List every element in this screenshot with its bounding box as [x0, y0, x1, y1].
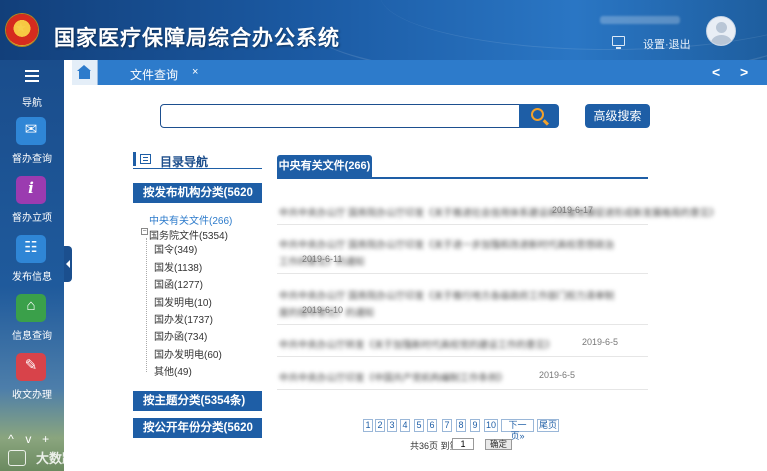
- tab-home[interactable]: [72, 60, 98, 85]
- page-button[interactable]: 5: [414, 419, 424, 432]
- sidebar-item-supervision-query[interactable]: ✉ 督办查询: [0, 117, 64, 175]
- page-button[interactable]: 2: [375, 419, 385, 432]
- sidebar-item-label: 信息查询: [12, 331, 52, 342]
- sidebar-item-label: 发布信息: [12, 272, 52, 283]
- page-button[interactable]: 9: [470, 419, 480, 432]
- monitor-icon[interactable]: [612, 36, 625, 49]
- list-item[interactable]: 中共中央办公厅 国务院办公厅印发《关于进一步加强和改进新时代高校思想政治工作的意…: [277, 228, 648, 274]
- category-by-topic[interactable]: 按主题分类(5354条): [133, 391, 262, 411]
- doc-date: 2019-6-5: [539, 370, 576, 380]
- go-button[interactable]: 确定: [485, 439, 512, 450]
- last-page-button[interactable]: 尾页: [537, 419, 559, 432]
- close-icon[interactable]: ×: [192, 66, 198, 78]
- add-icon[interactable]: +: [39, 432, 53, 446]
- doc-title[interactable]: 中共中央办公厅转发《关于加强新时代高校党的建设工作的意见》: [279, 337, 555, 351]
- home-icon: ⌂: [16, 294, 46, 322]
- search-field: [160, 104, 520, 128]
- clipboard-icon: ☷: [16, 235, 46, 263]
- tab-file-query[interactable]: 文件查询 ×: [100, 60, 212, 85]
- directory-title-text: 目录导航: [160, 155, 209, 169]
- page-button[interactable]: 4: [400, 419, 410, 432]
- tree-toggle-icon[interactable]: −: [141, 228, 148, 235]
- list-item[interactable]: 中共中央办公厅印发《中国共产党机构编制工作条例》 2019-6-5: [277, 362, 648, 390]
- sidebar-item-incoming-docs[interactable]: ✎ 收文办理: [0, 353, 64, 411]
- tree-item-central-docs[interactable]: 中央有关文件(266): [149, 212, 232, 227]
- watermark-logo-icon: [8, 450, 26, 466]
- scroll-up-icon[interactable]: ^: [4, 432, 18, 446]
- user-name: [600, 16, 680, 24]
- sidebar-item-label: 收文办理: [12, 390, 52, 401]
- sidebar-item-supervision-create[interactable]: i 督办立项: [0, 176, 64, 234]
- tree-item[interactable]: 其他(49): [154, 363, 192, 378]
- tree-item[interactable]: 国办发明电(60): [154, 346, 222, 361]
- settings-logout-link[interactable]: 设置·退出: [643, 36, 691, 52]
- hamburger-icon: [25, 70, 39, 82]
- list-icon: [140, 154, 151, 164]
- list-item[interactable]: 中共中央办公厅 国务院办公厅印发《关于推进社会信用体系建设高质量发展促进形成新发…: [277, 197, 719, 225]
- tree-item[interactable]: 国办函(734): [154, 328, 207, 343]
- national-emblem-icon: [6, 14, 38, 46]
- category-by-agency[interactable]: 按发布机构分类(5620条): [133, 183, 262, 219]
- doc-date: 2019-6-5: [582, 337, 619, 347]
- tree-item[interactable]: 国发明电(10): [154, 294, 212, 309]
- watermark-text: 大数跨境: [36, 451, 89, 466]
- sidebar-item-label: 督办立项: [12, 213, 52, 224]
- avatar[interactable]: [706, 16, 736, 46]
- sidebar-collapse-handle[interactable]: [64, 246, 72, 282]
- sidebar-nav-label: 导航: [22, 98, 42, 109]
- sidebar: 导航 ✉ 督办查询 i 督办立项 ☷ 发布信息 ⌂ 信息查询 ✎ 收文办理 ^ …: [0, 60, 64, 471]
- search-button[interactable]: [519, 104, 559, 128]
- doc-title[interactable]: 中共中央办公厅印发《中国共产党机构编制工作条例》: [279, 370, 507, 384]
- doc-title[interactable]: 中共中央办公厅 国务院办公厅印发《关于推进社会信用体系建设高质量发展促进形成新发…: [279, 205, 719, 219]
- pen-icon: ✎: [16, 353, 46, 381]
- home-icon: [77, 65, 91, 79]
- doc-date: 2019-6-11: [302, 254, 343, 264]
- tree-item[interactable]: 国发(1138): [154, 259, 202, 274]
- doc-date: 2019-6-17: [552, 205, 594, 215]
- page-button[interactable]: 8: [456, 419, 466, 432]
- app-title: 国家医疗保障局综合办公系统: [54, 26, 340, 50]
- mail-icon: ✉: [16, 117, 46, 145]
- page-button[interactable]: 7: [442, 419, 452, 432]
- page-button[interactable]: 10: [484, 419, 498, 432]
- tab-scroll-left-icon[interactable]: <: [712, 64, 720, 80]
- sidebar-bottom-controls: ^ v +: [4, 432, 62, 446]
- directory-title: 目录导航: [133, 152, 262, 169]
- search-icon: [531, 108, 544, 121]
- tree-item[interactable]: 国函(1277): [154, 276, 203, 291]
- page-button[interactable]: 1: [363, 419, 373, 432]
- sidebar-item-info-query[interactable]: ⌂ 信息查询: [0, 294, 64, 352]
- next-page-button[interactable]: 下一页»: [501, 419, 534, 441]
- info-icon: i: [16, 176, 46, 204]
- search-input[interactable]: [161, 105, 519, 127]
- sidebar-item-publish-info[interactable]: ☷ 发布信息: [0, 235, 64, 293]
- page-button[interactable]: 6: [427, 419, 437, 432]
- tab-scroll-right-icon[interactable]: >: [740, 64, 748, 80]
- tree-item[interactable]: 国令(349): [154, 241, 197, 256]
- sidebar-item-label: 督办查询: [12, 154, 52, 165]
- advanced-search-button[interactable]: 高级搜索: [585, 104, 650, 128]
- page-number-input[interactable]: [452, 438, 474, 450]
- doc-date: 2019-6-10: [302, 305, 344, 315]
- list-item[interactable]: 中共中央办公厅转发《关于加强新时代高校党的建设工作的意见》 2019-6-5: [277, 329, 648, 357]
- sidebar-nav-toggle[interactable]: 导航: [0, 60, 64, 112]
- tab-label: 文件查询: [130, 68, 179, 82]
- category-by-year[interactable]: 按公开年份分类(5620条): [133, 418, 262, 454]
- scroll-down-icon[interactable]: v: [21, 432, 35, 446]
- tab-bar: 文件查询 × < >: [72, 60, 767, 85]
- watermark: 大数跨境: [8, 448, 88, 467]
- page-button[interactable]: 3: [387, 419, 397, 432]
- tree-item-state-council[interactable]: 国务院文件(5354): [149, 227, 228, 242]
- tree-item[interactable]: 国办发(1737): [154, 311, 213, 326]
- panel-tab-central-docs[interactable]: 中央有关文件(266): [277, 155, 372, 177]
- list-item[interactable]: 中共中央办公厅 国务院办公厅印发《关于推行地方各级政府工作部门权力清单制度的指导…: [277, 279, 648, 325]
